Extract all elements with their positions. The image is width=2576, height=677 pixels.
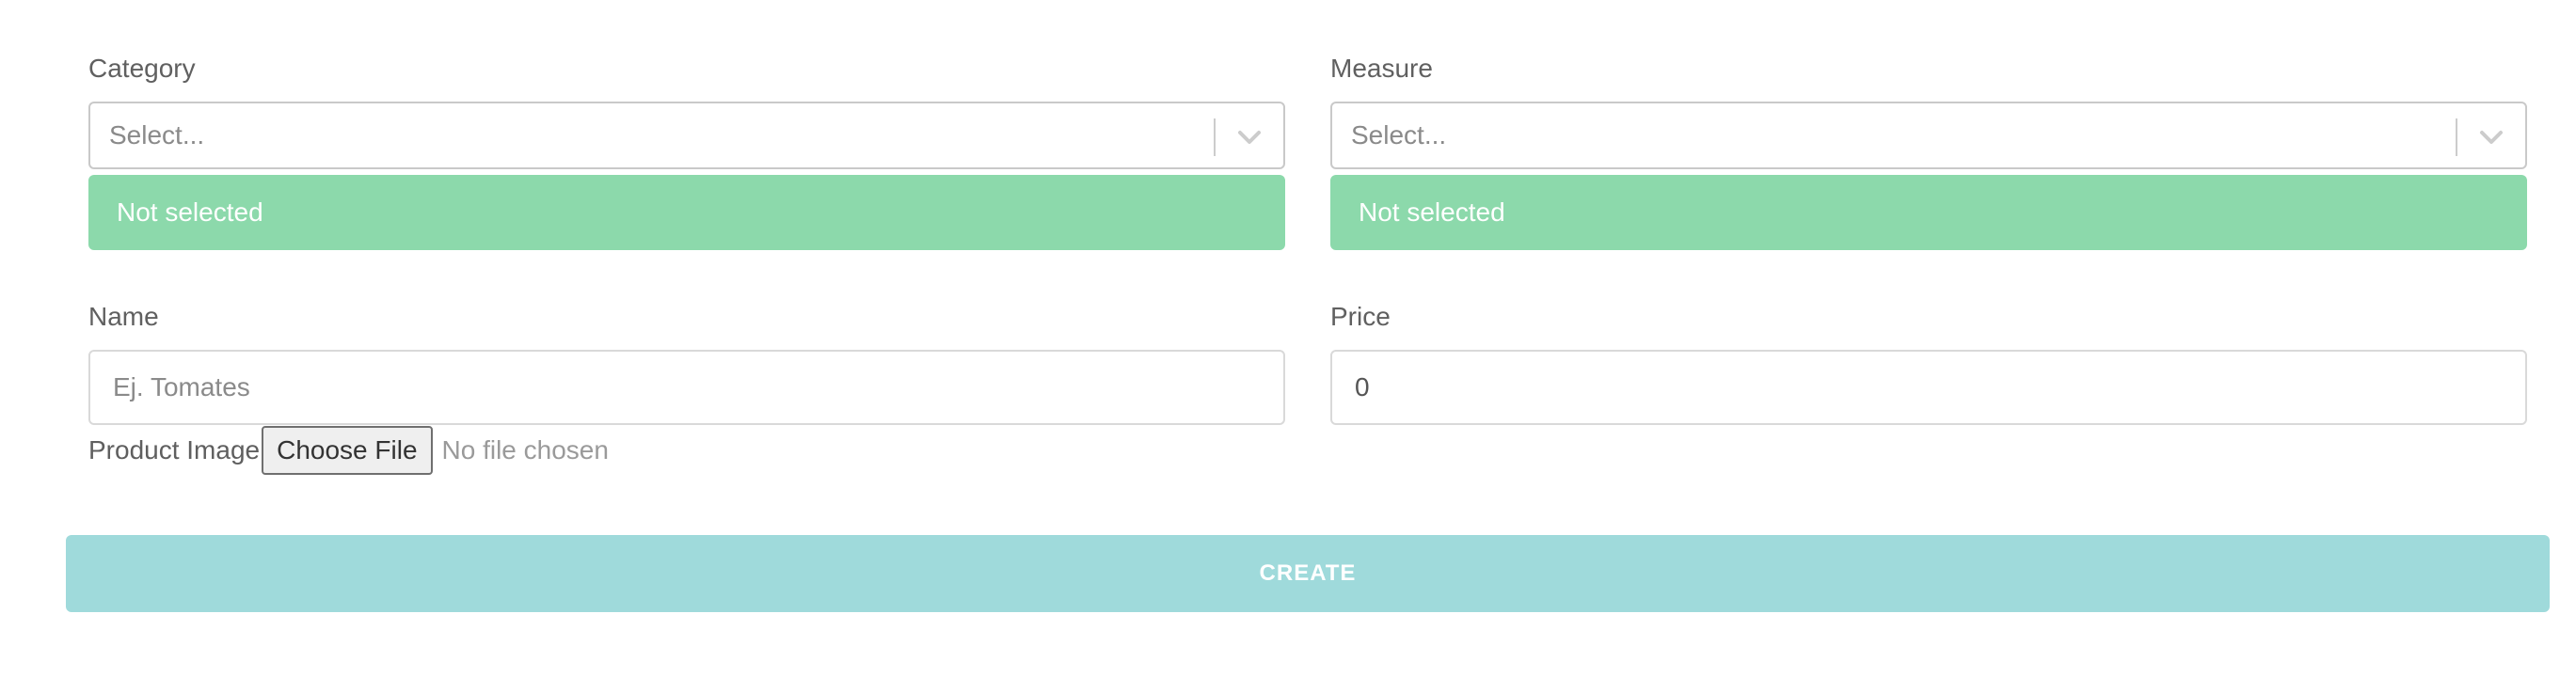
category-select-placeholder: Select...: [109, 120, 205, 150]
measure-status-alert: Not selected: [1330, 175, 2527, 250]
name-label: Name: [88, 302, 159, 331]
choose-file-button[interactable]: Choose File: [262, 426, 433, 475]
file-status-text: No file chosen: [441, 435, 609, 464]
chevron-down-icon[interactable]: [1229, 117, 1270, 158]
name-input[interactable]: [88, 350, 1285, 425]
chevron-down-icon[interactable]: [2471, 117, 2512, 158]
category-status-alert: Not selected: [88, 175, 1285, 250]
create-button[interactable]: CREATE: [66, 535, 2550, 612]
category-select[interactable]: Select...: [88, 102, 1285, 169]
product-image-field: Product Image Choose File No file chosen: [88, 425, 609, 476]
category-select-separator: [1214, 118, 1216, 156]
price-label: Price: [1330, 302, 1391, 331]
category-label: Category: [88, 54, 196, 83]
measure-select-separator: [2456, 118, 2457, 156]
measure-label: Measure: [1330, 54, 1433, 83]
measure-select-placeholder: Select...: [1351, 120, 1447, 150]
category-status-text: Not selected: [117, 197, 263, 227]
measure-status-text: Not selected: [1359, 197, 1505, 227]
price-input[interactable]: [1330, 350, 2527, 425]
product-image-label: Product Image: [88, 435, 261, 464]
measure-select[interactable]: Select...: [1330, 102, 2527, 169]
